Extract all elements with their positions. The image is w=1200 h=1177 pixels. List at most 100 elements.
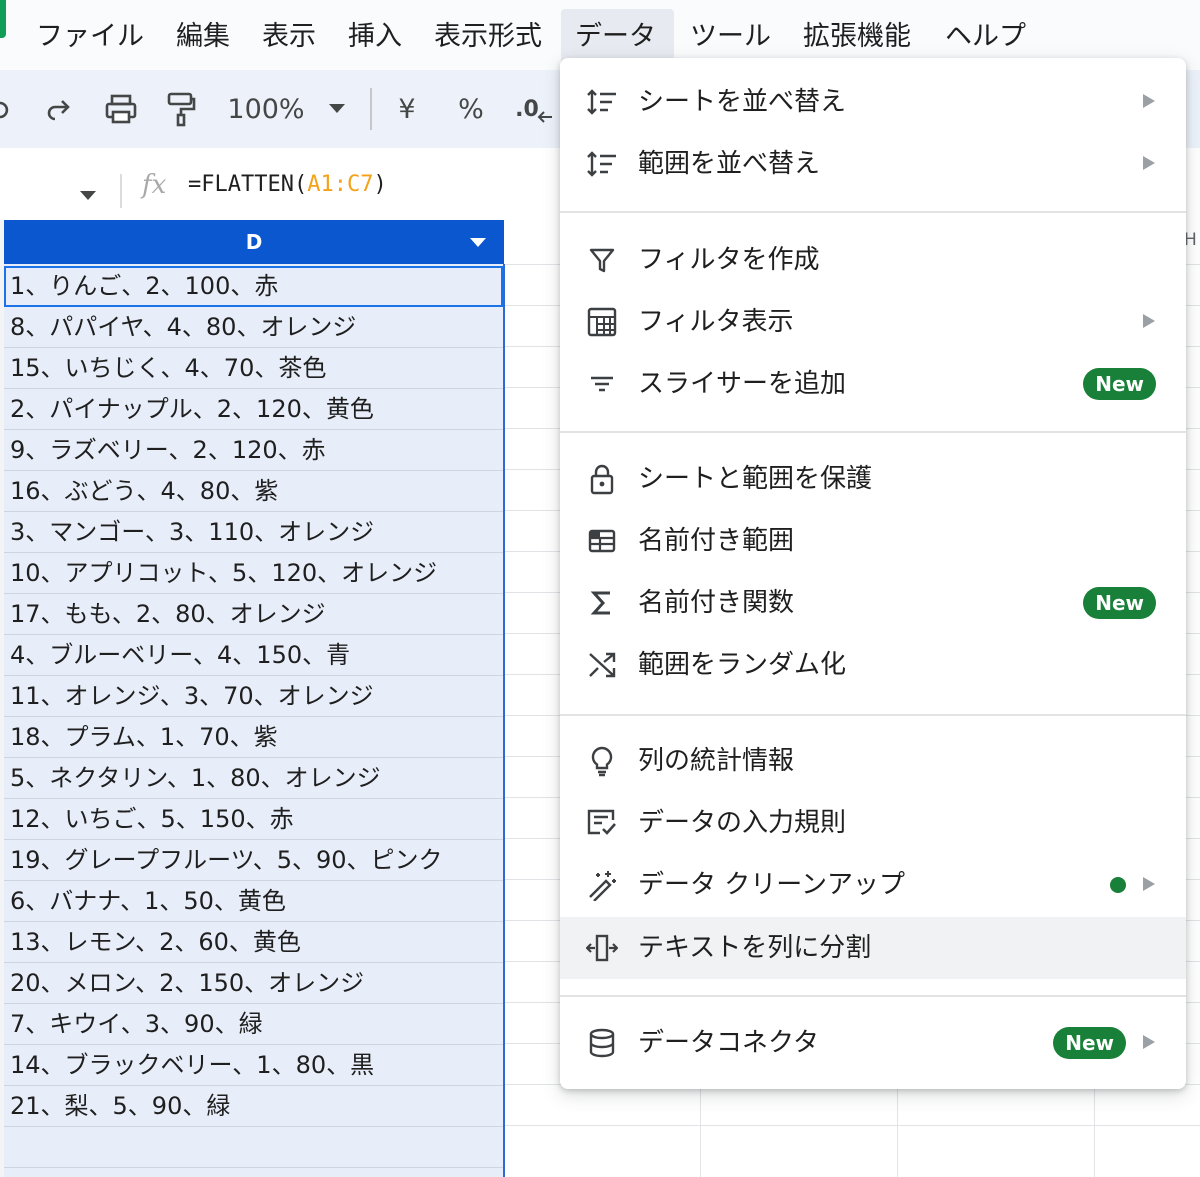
menu-column-stats[interactable]: 列の統計情報 bbox=[560, 730, 1186, 792]
named-range-icon bbox=[586, 525, 618, 557]
table-row[interactable]: 6、バナナ、1、50、黄色 bbox=[4, 881, 503, 922]
zoom-dropdown-icon[interactable] bbox=[322, 70, 352, 148]
menu-sort-range[interactable]: 範囲を並べ替え bbox=[560, 133, 1186, 195]
menu-protect-sheets[interactable]: シートと範囲を保護 bbox=[560, 448, 1186, 510]
currency-format-button[interactable]: ¥ bbox=[392, 70, 422, 148]
column-header-d[interactable]: D bbox=[4, 220, 504, 264]
menu-insert[interactable]: 挿入 bbox=[334, 9, 416, 65]
decrease-decimal-button[interactable]: .0 bbox=[514, 70, 554, 148]
submenu-arrow-icon bbox=[1143, 877, 1155, 891]
table-row[interactable]: 9、ラズベリー、2、120、赤 bbox=[4, 430, 503, 471]
name-box-dropdown-icon[interactable] bbox=[80, 186, 96, 205]
menu-named-functions[interactable]: 名前付き関数 New bbox=[560, 572, 1186, 634]
menu-add-slicer[interactable]: スライサーを追加 New bbox=[560, 353, 1186, 415]
menu-divider bbox=[560, 995, 1186, 997]
grid-line bbox=[1094, 1080, 1095, 1177]
sheets-logo[interactable] bbox=[0, 0, 6, 38]
formula-input[interactable]: =FLATTEN(A1:C7) bbox=[188, 172, 387, 197]
column-menu-icon[interactable] bbox=[470, 238, 486, 248]
menu-divider bbox=[560, 431, 1186, 433]
submenu-arrow-icon bbox=[1143, 156, 1155, 170]
menu-item-label: 範囲をランダム化 bbox=[638, 650, 847, 680]
table-row[interactable]: 5、ネクタリン、1、80、オレンジ bbox=[4, 758, 503, 799]
slicer-icon bbox=[586, 368, 618, 400]
lock-icon bbox=[586, 463, 618, 495]
table-row[interactable]: 2、パイナップル、2、120、黄色 bbox=[4, 389, 503, 430]
menu-sort-sheet[interactable]: シートを並べ替え bbox=[560, 71, 1186, 133]
menu-view[interactable]: 表示 bbox=[248, 9, 330, 65]
decrease-decimal-label: .0 bbox=[515, 96, 539, 122]
menu-item-label: データ クリーンアップ bbox=[638, 870, 905, 900]
sigma-icon bbox=[586, 587, 618, 619]
table-row[interactable]: 7、キウイ、3、90、緑 bbox=[4, 1004, 503, 1045]
formula-prefix: =FLATTEN( bbox=[188, 172, 308, 197]
filter-icon bbox=[586, 244, 618, 276]
menu-filter-views[interactable]: フィルタ表示 bbox=[560, 291, 1186, 353]
new-badge: New bbox=[1083, 587, 1156, 619]
table-row[interactable]: 18、プラム、1、70、紫 bbox=[4, 717, 503, 758]
menu-file[interactable]: ファイル bbox=[22, 9, 158, 65]
table-row[interactable]: 16、ぶどう、4、80、紫 bbox=[4, 471, 503, 512]
sort-icon bbox=[586, 86, 618, 118]
table-row[interactable] bbox=[4, 1127, 503, 1168]
data-menu: シートを並べ替え 範囲を並べ替え フィルタを作成 フィルタ表示 スライサーを追加… bbox=[560, 58, 1186, 1089]
menu-edit[interactable]: 編集 bbox=[162, 9, 244, 65]
cell-d1[interactable]: 1、りんご、2、100、赤 bbox=[4, 266, 503, 307]
menu-item-label: テキストを列に分割 bbox=[638, 933, 872, 963]
menu-tools[interactable]: ツール bbox=[676, 9, 785, 65]
menu-named-ranges[interactable]: 名前付き範囲 bbox=[560, 510, 1186, 572]
magic-wand-icon bbox=[586, 869, 618, 901]
table-row[interactable]: 4、ブルーベリー、4、150、青 bbox=[4, 635, 503, 676]
table-row[interactable]: 10、アプリコット、5、120、オレンジ bbox=[4, 553, 503, 594]
menu-data-validation[interactable]: データの入力規則 bbox=[560, 792, 1186, 854]
table-row[interactable]: 21、梨、5、90、緑 bbox=[4, 1086, 503, 1127]
grid-line bbox=[505, 1125, 1200, 1126]
column-header-label: D bbox=[245, 230, 263, 254]
table-row[interactable]: 3、マンゴー、3、110、オレンジ bbox=[4, 512, 503, 553]
menu-split-text-to-columns[interactable]: テキストを列に分割 bbox=[560, 917, 1186, 979]
menu-item-label: データコネクタ bbox=[638, 1028, 819, 1058]
percent-format-button[interactable]: % bbox=[454, 70, 488, 148]
submenu-arrow-icon bbox=[1143, 314, 1155, 328]
new-badge: New bbox=[1053, 1027, 1126, 1059]
fx-icon: fx bbox=[142, 170, 167, 200]
arrow-left-icon bbox=[537, 111, 552, 123]
print-icon[interactable] bbox=[100, 70, 142, 148]
menu-create-filter[interactable]: フィルタを作成 bbox=[560, 229, 1186, 291]
grid-line bbox=[700, 1080, 701, 1177]
table-row[interactable]: 17、もも、2、80、オレンジ bbox=[4, 594, 503, 635]
lightbulb-icon bbox=[586, 745, 618, 777]
menu-data[interactable]: データ bbox=[561, 9, 674, 65]
submenu-arrow-icon bbox=[1143, 94, 1155, 108]
sort-icon bbox=[586, 148, 618, 180]
table-row[interactable]: 20、メロン、2、150、オレンジ bbox=[4, 963, 503, 1004]
table-row[interactable]: 19、グレープフルーツ、5、90、ピンク bbox=[4, 840, 503, 881]
zoom-select[interactable]: 100% bbox=[222, 70, 310, 148]
undo-icon[interactable] bbox=[0, 70, 16, 148]
shuffle-icon bbox=[586, 649, 618, 681]
menu-item-label: フィルタ表示 bbox=[638, 307, 794, 337]
menu-help[interactable]: ヘルプ bbox=[931, 9, 1040, 65]
menu-item-label: データの入力規則 bbox=[638, 808, 847, 838]
table-row[interactable]: 15、いちじく、4、70、茶色 bbox=[4, 348, 503, 389]
menu-item-label: 名前付き範囲 bbox=[638, 526, 795, 556]
redo-icon[interactable] bbox=[40, 70, 78, 148]
validation-icon bbox=[586, 807, 618, 839]
menu-data-cleanup[interactable]: データ クリーンアップ bbox=[560, 854, 1186, 916]
formula-range: A1:C7 bbox=[307, 172, 374, 197]
menu-item-label: フィルタを作成 bbox=[638, 245, 820, 275]
menu-randomize-range[interactable]: 範囲をランダム化 bbox=[560, 634, 1186, 696]
table-row[interactable]: 12、いちご、5、150、赤 bbox=[4, 799, 503, 840]
menu-item-label: シートと範囲を保護 bbox=[638, 464, 873, 494]
paint-format-icon[interactable] bbox=[160, 70, 202, 148]
menu-extensions[interactable]: 拡張機能 bbox=[789, 9, 925, 65]
table-row[interactable]: 14、ブラックベリー、1、80、黒 bbox=[4, 1045, 503, 1086]
formula-bar-divider bbox=[120, 174, 122, 208]
table-row[interactable]: 13、レモン、2、60、黄色 bbox=[4, 922, 503, 963]
menu-format[interactable]: 表示形式 bbox=[420, 9, 556, 65]
table-row[interactable]: 8、パパイヤ、4、80、オレンジ bbox=[4, 307, 503, 348]
table-row[interactable]: 11、オレンジ、3、70、オレンジ bbox=[4, 676, 503, 717]
menu-item-label: 範囲を並べ替え bbox=[638, 149, 821, 179]
menu-divider bbox=[560, 714, 1186, 716]
menu-data-connectors[interactable]: データコネクタ New bbox=[560, 1012, 1186, 1074]
